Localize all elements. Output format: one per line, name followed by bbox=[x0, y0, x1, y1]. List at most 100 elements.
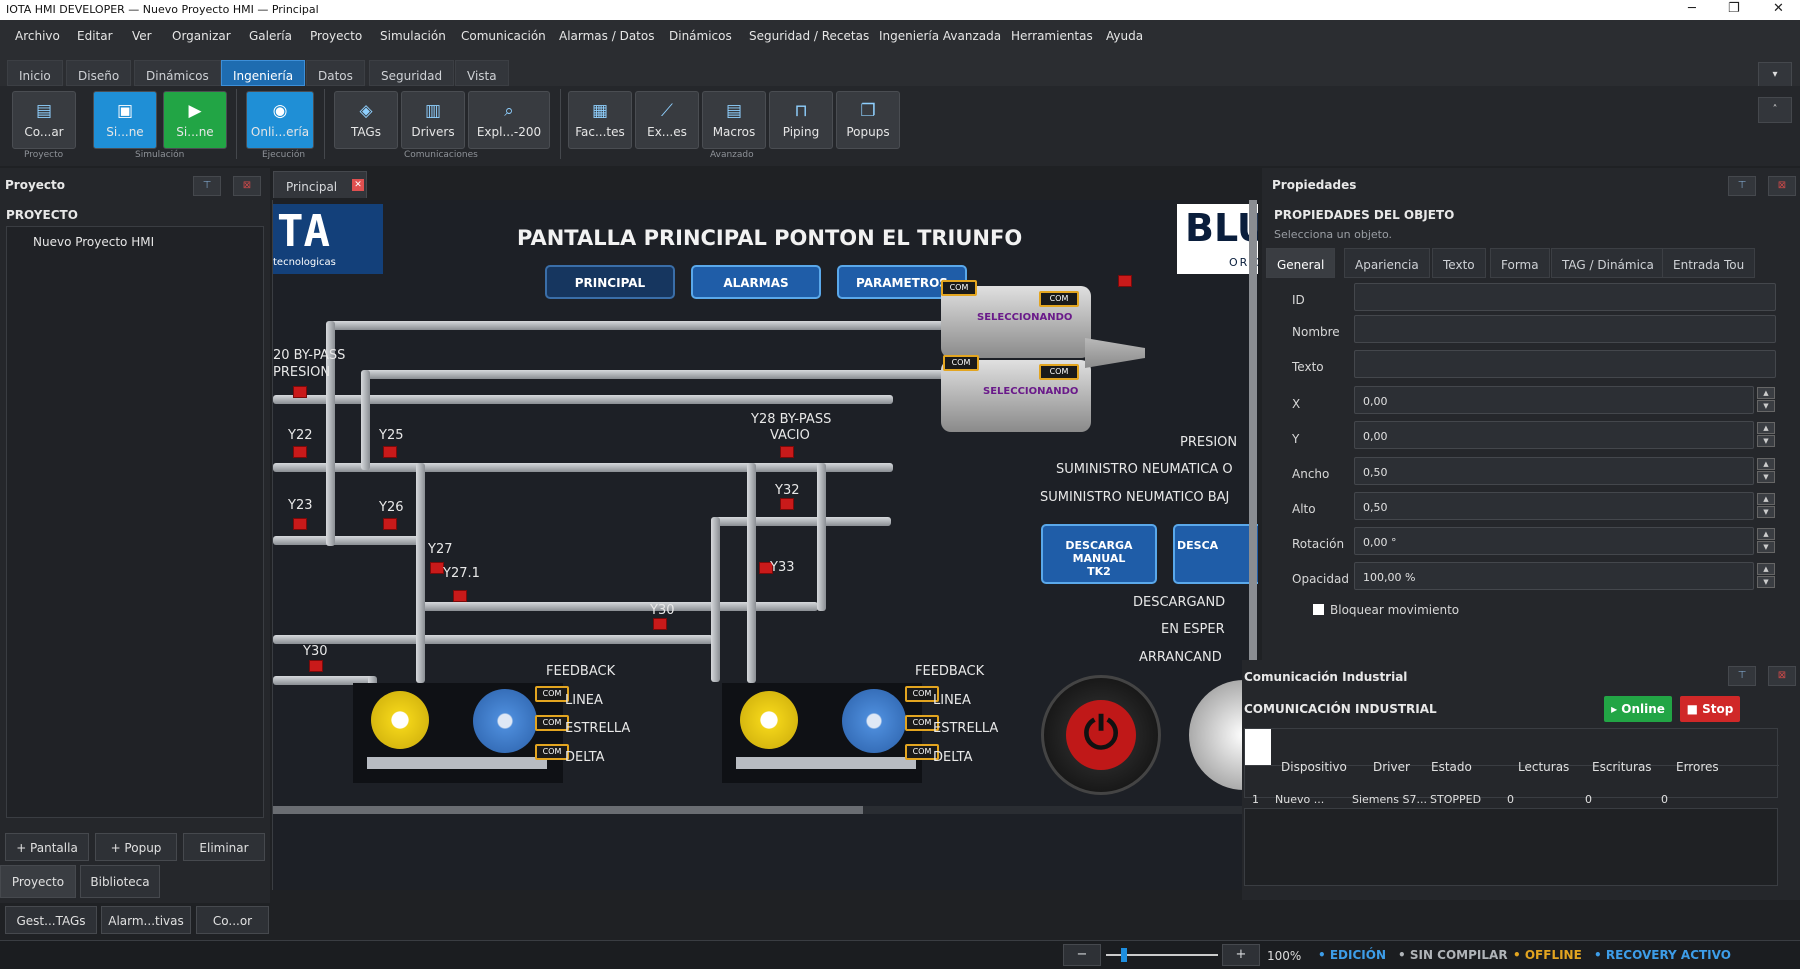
opacity-stepper[interactable]: ▲ ▼ bbox=[1757, 563, 1775, 589]
valve-y26[interactable] bbox=[383, 518, 397, 530]
tab-vista[interactable]: Vista bbox=[455, 60, 509, 86]
simulate-play-button[interactable]: ▶ Si...ne bbox=[163, 91, 227, 149]
piping-button[interactable]: ⊓ Piping bbox=[769, 91, 833, 149]
horizontal-scrollbar[interactable] bbox=[273, 806, 1258, 814]
valve-y27-1[interactable] bbox=[453, 590, 467, 602]
close-tab-icon[interactable]: ✕ bbox=[352, 179, 364, 191]
minimize-icon[interactable]: ─ bbox=[1688, 1, 1696, 16]
valve-y25[interactable] bbox=[383, 446, 397, 458]
menu-ver[interactable]: Ver bbox=[132, 29, 152, 43]
compile-button[interactable]: ▤ Co...ar bbox=[12, 91, 76, 149]
valve-y30[interactable] bbox=[653, 618, 667, 630]
add-screen-button[interactable]: + Pantalla bbox=[5, 833, 89, 861]
width-field[interactable]: 0,50 bbox=[1354, 457, 1754, 485]
menu-dinamicos[interactable]: Dinámicos bbox=[669, 29, 732, 43]
ribbon-dropdown-icon[interactable]: ▾ bbox=[1758, 62, 1792, 88]
macros-button[interactable]: ▤ Macros bbox=[702, 91, 766, 149]
opacity-field[interactable]: 100,00 % bbox=[1354, 562, 1754, 590]
tab-texto[interactable]: Texto bbox=[1432, 248, 1486, 278]
zoom-slider-handle[interactable] bbox=[1121, 948, 1127, 962]
tab-entrada-touch[interactable]: Entrada Tou bbox=[1662, 248, 1756, 278]
collapse-ribbon-icon[interactable]: ˄ bbox=[1758, 97, 1792, 123]
x-stepper[interactable]: ▲ ▼ bbox=[1757, 387, 1775, 413]
power-button[interactable]: ⏻ bbox=[1041, 675, 1161, 795]
menu-ingenieria-avanzada[interactable]: Ingeniería Avanzada bbox=[879, 29, 1001, 43]
tab-datos[interactable]: Datos bbox=[306, 60, 365, 86]
cell-driver[interactable]: Siemens S7... bbox=[1352, 793, 1427, 806]
cell-writes[interactable]: 0 bbox=[1585, 793, 1592, 806]
simulate-button[interactable]: ▣ Si...ne bbox=[93, 91, 157, 149]
tab-tag-dinamica[interactable]: TAG / Dinámica bbox=[1551, 248, 1665, 278]
valve-y30-b[interactable] bbox=[309, 660, 323, 672]
zoom-in-button[interactable]: + bbox=[1222, 944, 1260, 966]
online-button[interactable]: ▸ Online bbox=[1604, 696, 1672, 722]
scrollbar-thumb[interactable] bbox=[273, 806, 863, 814]
close-panel-icon[interactable]: ⊠ bbox=[1768, 666, 1796, 686]
pin-icon[interactable]: ⊤ bbox=[193, 176, 221, 196]
manual-discharge-button-2[interactable]: DESCA bbox=[1173, 524, 1258, 584]
faceplates-button[interactable]: ▦ Fac...tes bbox=[568, 91, 632, 149]
explorer-button[interactable]: ⌕ Expl...-200 bbox=[468, 91, 550, 149]
tab-inicio[interactable]: Inicio bbox=[7, 60, 63, 86]
document-tab-principal[interactable]: Principal ✕ bbox=[273, 171, 367, 198]
tab-forma[interactable]: Forma bbox=[1490, 248, 1550, 278]
nav-alarmas-button[interactable]: ALARMAS bbox=[691, 265, 821, 299]
cell-reads[interactable]: 0 bbox=[1507, 793, 1514, 806]
valve-y23[interactable] bbox=[293, 518, 307, 530]
pin-icon[interactable]: ⊤ bbox=[1728, 666, 1756, 686]
co-button[interactable]: Co...or bbox=[196, 906, 269, 934]
tab-dinamicos[interactable]: Dinámicos bbox=[134, 60, 221, 86]
text-field[interactable] bbox=[1354, 350, 1776, 378]
stop-button[interactable]: ■ Stop bbox=[1680, 696, 1740, 722]
online-engineering-button[interactable]: ◉ Onli...ería bbox=[246, 91, 314, 149]
add-popup-button[interactable]: + Popup bbox=[95, 833, 177, 861]
nav-principal-button[interactable]: PRINCIPAL bbox=[545, 265, 675, 299]
rotation-field[interactable]: 0,00 ° bbox=[1354, 527, 1754, 555]
popups-button[interactable]: ❐ Popups bbox=[836, 91, 900, 149]
y-field[interactable]: 0,00 bbox=[1354, 421, 1754, 449]
valve-y28[interactable] bbox=[780, 446, 794, 458]
id-field[interactable] bbox=[1354, 283, 1776, 311]
maximize-icon[interactable]: ❐ bbox=[1728, 1, 1740, 16]
column-header[interactable]: Escrituras bbox=[1592, 760, 1652, 774]
lock-movement-checkbox[interactable] bbox=[1313, 604, 1324, 615]
cell-errors[interactable]: 0 bbox=[1661, 793, 1668, 806]
menu-proyecto[interactable]: Proyecto bbox=[310, 29, 362, 43]
menu-herramientas[interactable]: Herramientas bbox=[1011, 29, 1093, 43]
column-header[interactable]: Errores bbox=[1676, 760, 1719, 774]
hmi-canvas[interactable]: TA tecnologicas BLU ORIG PANTALLA PRINCI… bbox=[272, 200, 1258, 890]
tag-manager-button[interactable]: Gest...TAGs bbox=[5, 906, 97, 934]
column-header[interactable]: Driver bbox=[1373, 760, 1410, 774]
width-stepper[interactable]: ▲ ▼ bbox=[1757, 458, 1775, 484]
trends-button[interactable]: ⟋ Ex...es bbox=[635, 91, 699, 149]
manual-discharge-tk2-button[interactable]: DESCARGA MANUAL TK2 bbox=[1041, 524, 1157, 584]
menu-comunicacion[interactable]: Comunicación bbox=[461, 29, 546, 43]
close-panel-icon[interactable]: ⊠ bbox=[1768, 176, 1796, 196]
column-header[interactable]: Dispositivo bbox=[1281, 760, 1347, 774]
close-icon[interactable]: ✕ bbox=[1773, 1, 1784, 16]
valve-y20[interactable] bbox=[293, 386, 307, 398]
menu-alarmas-datos[interactable]: Alarmas / Datos bbox=[559, 29, 654, 43]
tab-ingenieria[interactable]: Ingeniería bbox=[221, 60, 306, 86]
cell-device[interactable]: Nuevo ... bbox=[1275, 793, 1324, 806]
close-panel-icon[interactable]: ⊠ bbox=[233, 176, 261, 196]
menu-galeria[interactable]: Galería bbox=[249, 29, 292, 43]
tab-project[interactable]: Proyecto bbox=[0, 865, 76, 898]
menu-editar[interactable]: Editar bbox=[77, 29, 113, 43]
alarms-button[interactable]: Alarm...tivas bbox=[101, 906, 191, 934]
column-header[interactable]: Lecturas bbox=[1518, 760, 1569, 774]
valve-y27[interactable] bbox=[430, 562, 444, 574]
pump-motor-2[interactable] bbox=[722, 683, 922, 783]
tags-button[interactable]: ◈ TAGs bbox=[334, 91, 398, 149]
zoom-slider[interactable] bbox=[1106, 948, 1218, 962]
valve-y22[interactable] bbox=[293, 446, 307, 458]
x-field[interactable]: 0,00 bbox=[1354, 386, 1754, 414]
menu-archivo[interactable]: Archivo bbox=[15, 29, 60, 43]
menu-seguridad-recetas[interactable]: Seguridad / Recetas bbox=[749, 29, 869, 43]
tab-diseno[interactable]: Diseño bbox=[66, 60, 132, 86]
tab-seguridad[interactable]: Seguridad bbox=[369, 60, 455, 86]
name-field[interactable] bbox=[1354, 315, 1776, 343]
rotation-stepper[interactable]: ▲ ▼ bbox=[1757, 528, 1775, 554]
valve-y32[interactable] bbox=[780, 498, 794, 510]
tab-library[interactable]: Biblioteca bbox=[80, 865, 160, 898]
